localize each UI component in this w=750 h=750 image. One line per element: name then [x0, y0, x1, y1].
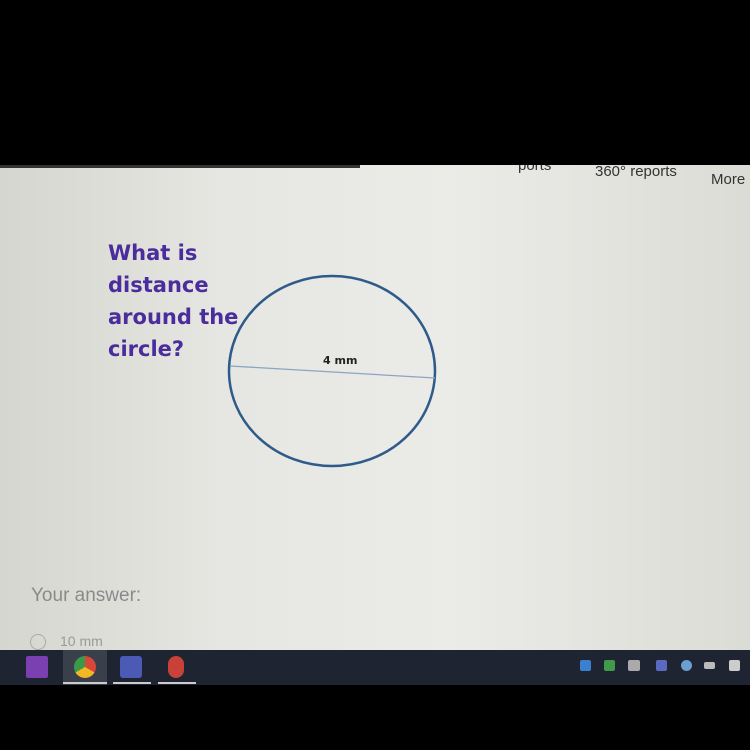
nav-item-partial[interactable]: ports	[518, 165, 551, 174]
language-icon[interactable]	[729, 660, 740, 671]
active-indicator	[63, 682, 107, 684]
nav-item-more[interactable]: More	[711, 171, 745, 188]
taskbar	[0, 650, 750, 685]
answer-option[interactable]: 10 mm	[30, 633, 103, 650]
chrome-icon	[74, 656, 96, 678]
onenote-icon[interactable]	[26, 656, 48, 678]
nav-divider	[0, 165, 360, 168]
circle-outline	[227, 274, 437, 468]
radio-button[interactable]	[30, 634, 46, 650]
answer-label: Your answer:	[31, 585, 142, 606]
teams-tray-icon[interactable]	[656, 660, 667, 671]
running-indicator	[113, 682, 151, 684]
battery-icon[interactable]	[704, 662, 715, 669]
onedrive-icon[interactable]	[580, 660, 591, 671]
tray-app-icon[interactable]	[604, 660, 615, 671]
nav-item-360-reports[interactable]: 360° reports	[595, 165, 677, 180]
running-indicator	[158, 682, 196, 684]
browser-page: ports 360° reports More What is distance…	[0, 165, 750, 650]
diameter-line	[229, 365, 436, 379]
snipping-tool-icon[interactable]	[168, 656, 184, 678]
circle-diagram: 4 mm	[227, 274, 437, 468]
network-icon[interactable]	[681, 660, 692, 671]
option-label: 10 mm	[60, 633, 103, 649]
top-nav: ports 360° reports More	[0, 165, 750, 203]
teams-icon[interactable]	[120, 656, 142, 678]
volume-icon[interactable]	[628, 660, 640, 671]
diameter-label: 4 mm	[323, 354, 357, 367]
chrome-taskbar-button[interactable]	[63, 650, 107, 685]
